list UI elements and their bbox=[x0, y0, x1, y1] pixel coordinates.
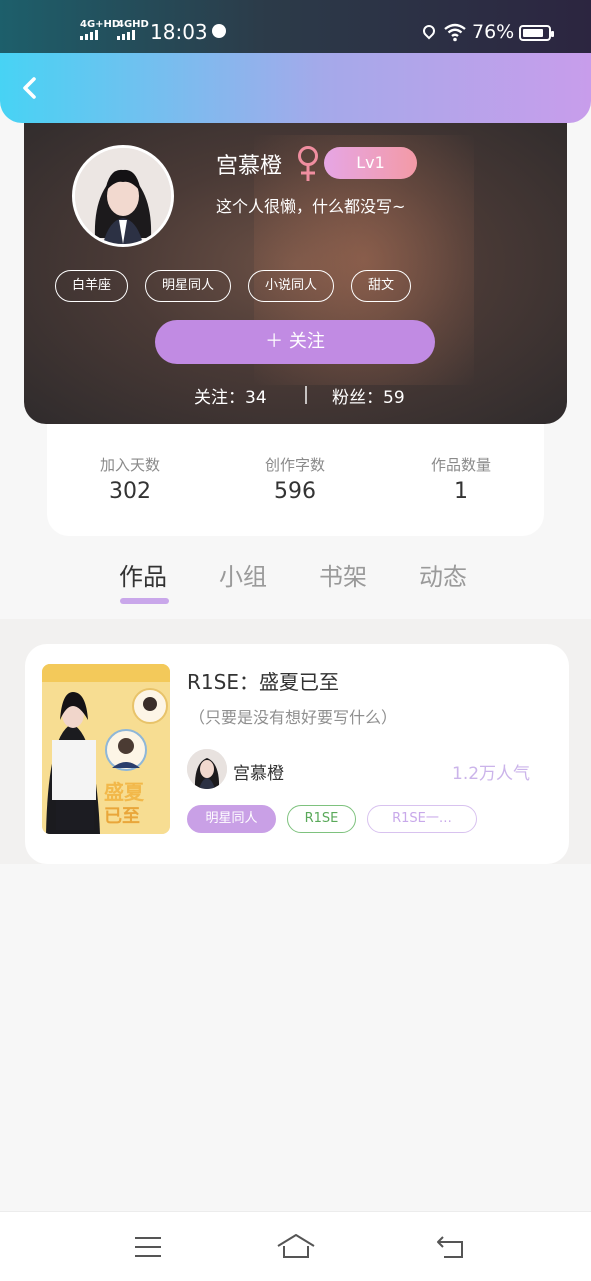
fans-count[interactable]: 粉丝：59 bbox=[332, 383, 405, 408]
clock: 18:03 bbox=[150, 20, 208, 44]
tab-works[interactable]: 作品 bbox=[119, 557, 167, 592]
work-card[interactable]: 盛夏 已至 R1SE：盛夏已至 （只要是没有想好要写什么） 宫慕橙 1.2万人气… bbox=[25, 644, 569, 864]
tab-bookshelf[interactable]: 书架 bbox=[319, 557, 367, 592]
stat-join-days: 加入天数 302 bbox=[50, 454, 210, 504]
work-tag[interactable]: 明星同人 bbox=[187, 805, 276, 833]
profile-card: 宫慕橙 Lv1 这个人很懒，什么都没写~ 白羊座 明星同人 小说同人 甜文 ＋ … bbox=[24, 105, 567, 424]
svg-text:盛夏: 盛夏 bbox=[104, 780, 145, 804]
divider bbox=[305, 386, 307, 404]
stat-label: 加入天数 bbox=[99, 456, 160, 474]
back-icon[interactable] bbox=[434, 1232, 466, 1260]
network-type-2: 4GHD bbox=[117, 19, 149, 30]
stat-value: 596 bbox=[274, 479, 316, 504]
profile-tag[interactable]: 明星同人 bbox=[145, 270, 232, 302]
battery-percent: 76% bbox=[472, 21, 515, 43]
menu-icon[interactable] bbox=[134, 1236, 162, 1258]
stats-card: 加入天数 302 创作字数 596 作品数量 1 bbox=[47, 418, 544, 536]
bio-text: 这个人很懒，什么都没写~ bbox=[216, 197, 406, 216]
work-description: （只要是没有想好要写什么） bbox=[189, 708, 398, 727]
stat-word-count: 创作字数 596 bbox=[215, 454, 375, 504]
work-tags: 明星同人 R1SE R1SE一… bbox=[187, 805, 477, 833]
level-badge: Lv1 bbox=[324, 147, 417, 179]
female-icon bbox=[298, 146, 318, 181]
follow-button[interactable]: ＋ 关注 bbox=[155, 320, 435, 364]
work-tag[interactable]: R1SE一… bbox=[367, 805, 477, 833]
profile-tag[interactable]: 甜文 bbox=[351, 270, 412, 302]
globe-icon bbox=[212, 24, 226, 38]
network-type-1: 4G+HD bbox=[80, 19, 121, 30]
follow-stats: 关注：34 粉丝：59 bbox=[24, 383, 567, 408]
stat-work-count: 作品数量 1 bbox=[381, 454, 541, 504]
wifi-icon bbox=[444, 23, 466, 42]
stat-value: 1 bbox=[454, 479, 468, 504]
header-bar bbox=[0, 53, 591, 123]
location-icon bbox=[420, 22, 438, 40]
work-tag[interactable]: R1SE bbox=[287, 805, 356, 833]
stat-label: 作品数量 bbox=[430, 456, 491, 474]
popularity-count: 1.2万人气 bbox=[452, 764, 531, 784]
signal-icon bbox=[117, 30, 135, 40]
avatar[interactable] bbox=[72, 145, 174, 247]
home-icon[interactable] bbox=[276, 1232, 316, 1260]
following-count[interactable]: 关注：34 bbox=[194, 383, 267, 408]
tab-activity[interactable]: 动态 bbox=[419, 557, 467, 592]
signal-icon bbox=[80, 30, 98, 40]
chevron-left-icon[interactable] bbox=[18, 74, 42, 102]
work-title[interactable]: R1SE：盛夏已至 bbox=[187, 666, 339, 695]
svg-text:已至: 已至 bbox=[104, 806, 140, 827]
profile-tags: 白羊座 明星同人 小说同人 甜文 bbox=[55, 270, 412, 302]
profile-tag[interactable]: 小说同人 bbox=[248, 270, 335, 302]
stat-label: 创作字数 bbox=[264, 456, 325, 474]
system-nav-bar bbox=[0, 1211, 591, 1281]
tab-groups[interactable]: 小组 bbox=[219, 557, 267, 592]
tab-bar: 作品 小组 书架 动态 bbox=[0, 553, 591, 619]
battery-icon bbox=[519, 25, 554, 41]
author-name[interactable]: 宫慕橙 bbox=[233, 759, 284, 784]
work-cover[interactable]: 盛夏 已至 bbox=[42, 664, 170, 834]
username: 宫慕橙 bbox=[216, 154, 283, 179]
profile-tag[interactable]: 白羊座 bbox=[55, 270, 129, 302]
active-tab-indicator bbox=[120, 598, 169, 604]
author-avatar[interactable] bbox=[187, 749, 227, 789]
stat-value: 302 bbox=[109, 479, 151, 504]
